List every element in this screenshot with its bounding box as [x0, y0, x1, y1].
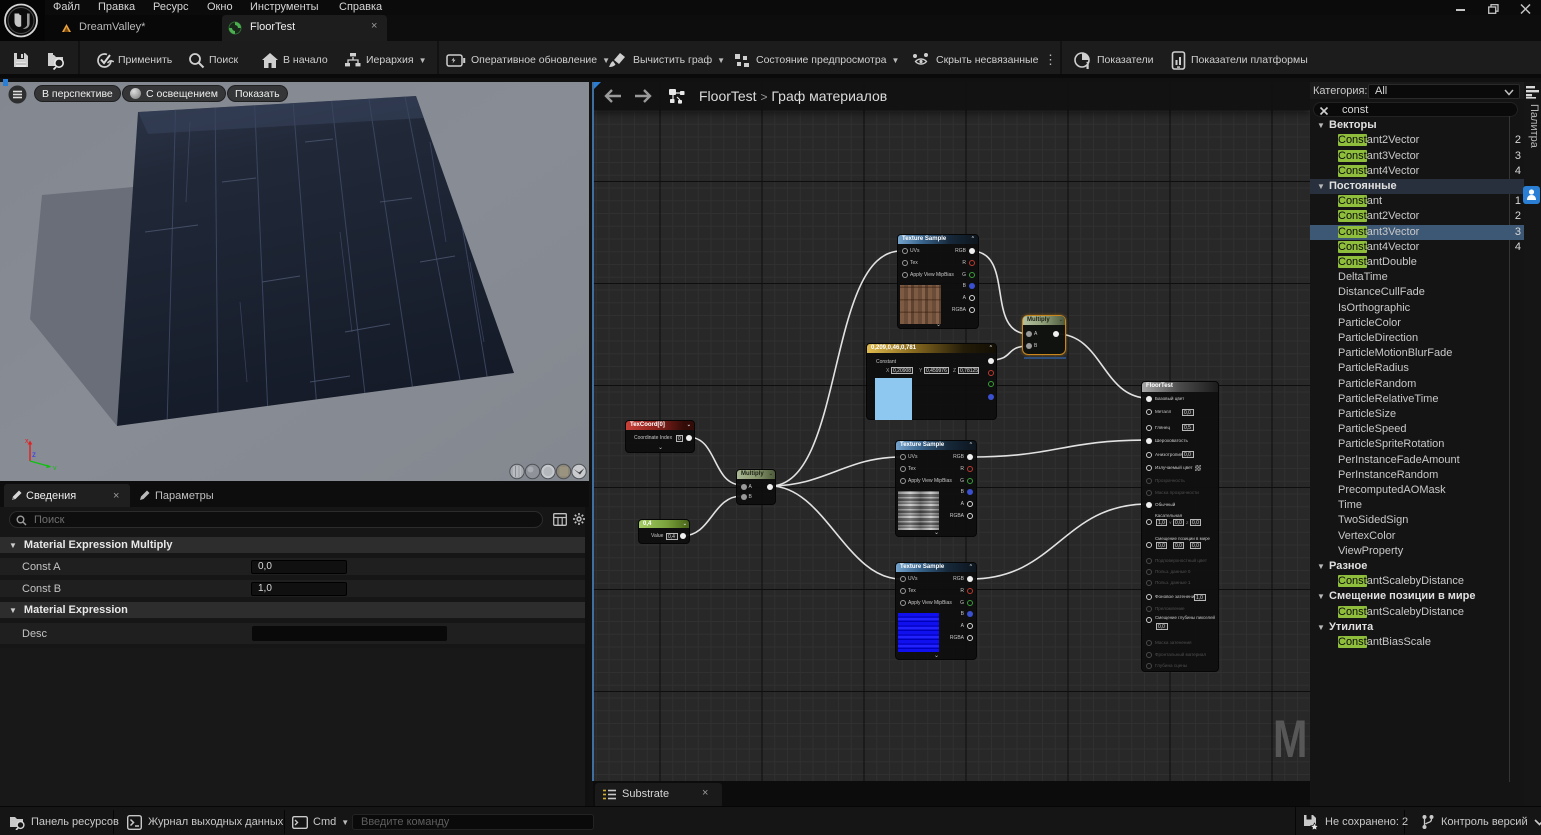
svg-text:x: x [25, 438, 29, 445]
svg-text:y: y [53, 465, 57, 470]
svg-text:z: z [32, 450, 36, 459]
